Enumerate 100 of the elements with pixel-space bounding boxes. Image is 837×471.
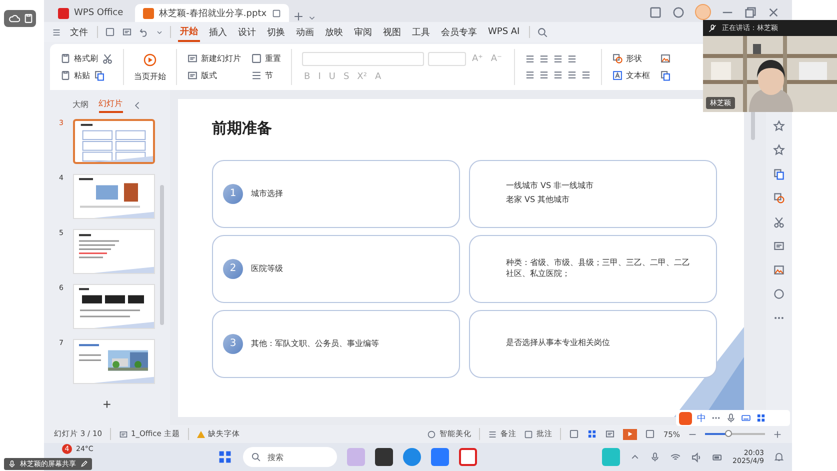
ribbon-tab[interactable]: 设计	[236, 24, 258, 40]
input-method-logo-icon	[679, 412, 692, 424]
play-icon	[626, 430, 634, 438]
restore-icon[interactable]	[744, 6, 757, 18]
topic-label: 医院等级	[251, 263, 283, 274]
shape-button[interactable]: 形状	[612, 53, 650, 64]
font-field[interactable]	[302, 52, 424, 66]
ribbon-tab[interactable]: 工具	[410, 24, 432, 40]
mic-off-icon	[708, 24, 717, 32]
align-icon[interactable]	[538, 70, 549, 80]
app-tab[interactable]: 林芝颖-春招就业分享.pptx	[135, 4, 289, 22]
slide-title: 前期准备	[212, 118, 273, 138]
copy-icon[interactable]	[660, 70, 671, 81]
text-box-button[interactable]: 文本框	[612, 70, 650, 81]
align-icon[interactable]	[580, 70, 591, 80]
slide-icon[interactable]	[773, 240, 785, 252]
speaker-icon[interactable]	[690, 452, 702, 462]
list-icon[interactable]	[566, 54, 577, 64]
window-icon[interactable]	[649, 6, 662, 18]
notes-icon	[488, 430, 498, 438]
edit-icon	[80, 460, 88, 468]
cloud-toolbar[interactable]	[4, 10, 36, 27]
slide-thumbnail[interactable]	[73, 119, 155, 164]
battery-icon[interactable]	[712, 452, 723, 462]
cloud-icon[interactable]	[9, 13, 20, 24]
panel-tab[interactable]: 幻灯片	[98, 98, 122, 113]
reading-view-icon[interactable]	[605, 429, 616, 439]
browser-icon[interactable]	[403, 448, 422, 466]
undo-icon[interactable]	[139, 27, 149, 37]
font-size-field[interactable]	[428, 52, 466, 66]
align-icon[interactable]	[524, 70, 535, 80]
ribbon-tab[interactable]: 放映	[323, 24, 345, 40]
topic-label: 城市选择	[251, 188, 283, 199]
image-icon[interactable]	[660, 53, 671, 64]
ribbon-tab[interactable]: 会员专享	[439, 24, 479, 40]
search-icon[interactable]	[536, 26, 548, 38]
document-icon	[143, 8, 154, 18]
file-menu[interactable]: 文件	[68, 24, 90, 40]
play-from-current-button[interactable]: 当页开始	[134, 52, 166, 82]
menu-icon[interactable]	[52, 28, 61, 36]
reset-button[interactable]: 重置	[251, 53, 281, 64]
format-painter-button[interactable]: 格式刷	[60, 53, 98, 64]
input-mode[interactable]: 中	[697, 412, 706, 424]
input-method-bar[interactable]: 中	[676, 410, 790, 426]
ribbon-tab[interactable]: 动画	[294, 24, 316, 40]
app-icon[interactable]	[459, 448, 478, 466]
normal-view-icon[interactable]	[569, 429, 580, 439]
number-badge: 2	[223, 258, 243, 278]
search-field[interactable]: 搜索	[243, 447, 338, 467]
align-icon[interactable]	[566, 70, 577, 80]
ribbon-tab[interactable]: WPS AI	[486, 25, 522, 39]
slider-thumb[interactable]	[724, 430, 732, 437]
star-icon[interactable]	[773, 120, 785, 132]
ribbon-tab[interactable]: 切换	[265, 24, 287, 40]
start-icon[interactable]	[217, 449, 234, 465]
new-slide-button[interactable]: 新建幻灯片	[187, 53, 241, 64]
play-icon	[143, 52, 157, 66]
app-tab[interactable]: WPS Office	[50, 4, 132, 22]
mic-icon[interactable]	[650, 452, 660, 462]
mic-icon[interactable]	[726, 413, 736, 423]
scrollbar[interactable]	[160, 185, 164, 325]
notification-icon[interactable]	[774, 452, 784, 462]
star-icon[interactable]	[773, 144, 785, 156]
keyboard-icon[interactable]	[741, 413, 751, 423]
copy-icon[interactable]	[773, 168, 785, 180]
cut-icon[interactable]	[102, 53, 113, 64]
collapse-icon[interactable]	[132, 101, 142, 110]
close-icon[interactable]	[767, 6, 780, 18]
caret-icon[interactable]	[308, 14, 316, 22]
panel-tab[interactable]: 大纲	[72, 99, 88, 112]
sorter-view-icon[interactable]	[587, 429, 598, 439]
app-icon[interactable]	[375, 448, 394, 466]
zoom-in-icon[interactable]	[773, 430, 782, 438]
layout-button[interactable]: 版式	[187, 70, 241, 81]
list-icon[interactable]	[552, 54, 563, 64]
ribbon-tab[interactable]: 插入	[207, 24, 229, 40]
window-icon[interactable]	[272, 8, 281, 18]
list-icon[interactable]	[524, 54, 535, 64]
image-icon[interactable]	[773, 264, 785, 276]
detail-text: 一线城市 VS 非一线城市	[506, 181, 595, 192]
section-icon	[251, 70, 262, 81]
clipboard-icon[interactable]	[23, 13, 34, 24]
paste-button[interactable]: 粘贴	[60, 70, 90, 81]
new-tab-icon[interactable]	[292, 11, 304, 22]
number-badge: 1	[223, 184, 243, 204]
scrollbar[interactable]	[751, 110, 755, 140]
wifi-icon[interactable]	[670, 452, 681, 462]
ribbon-tab[interactable]: 审阅	[352, 24, 374, 40]
ribbon-tab[interactable]: 视图	[381, 24, 403, 40]
list-icon[interactable]	[538, 54, 549, 64]
grid-icon[interactable]	[756, 413, 766, 423]
section-button[interactable]: 节	[251, 70, 281, 81]
search-icon	[251, 452, 262, 462]
ribbon-tab[interactable]: 开始	[178, 22, 200, 42]
shape-icon[interactable]	[773, 192, 785, 204]
copy-icon[interactable]	[94, 70, 105, 81]
align-icon[interactable]	[552, 70, 563, 80]
slideshow-button[interactable]	[623, 428, 638, 440]
add-slide-button[interactable]: +	[98, 396, 116, 412]
caret-icon[interactable]	[156, 28, 163, 36]
